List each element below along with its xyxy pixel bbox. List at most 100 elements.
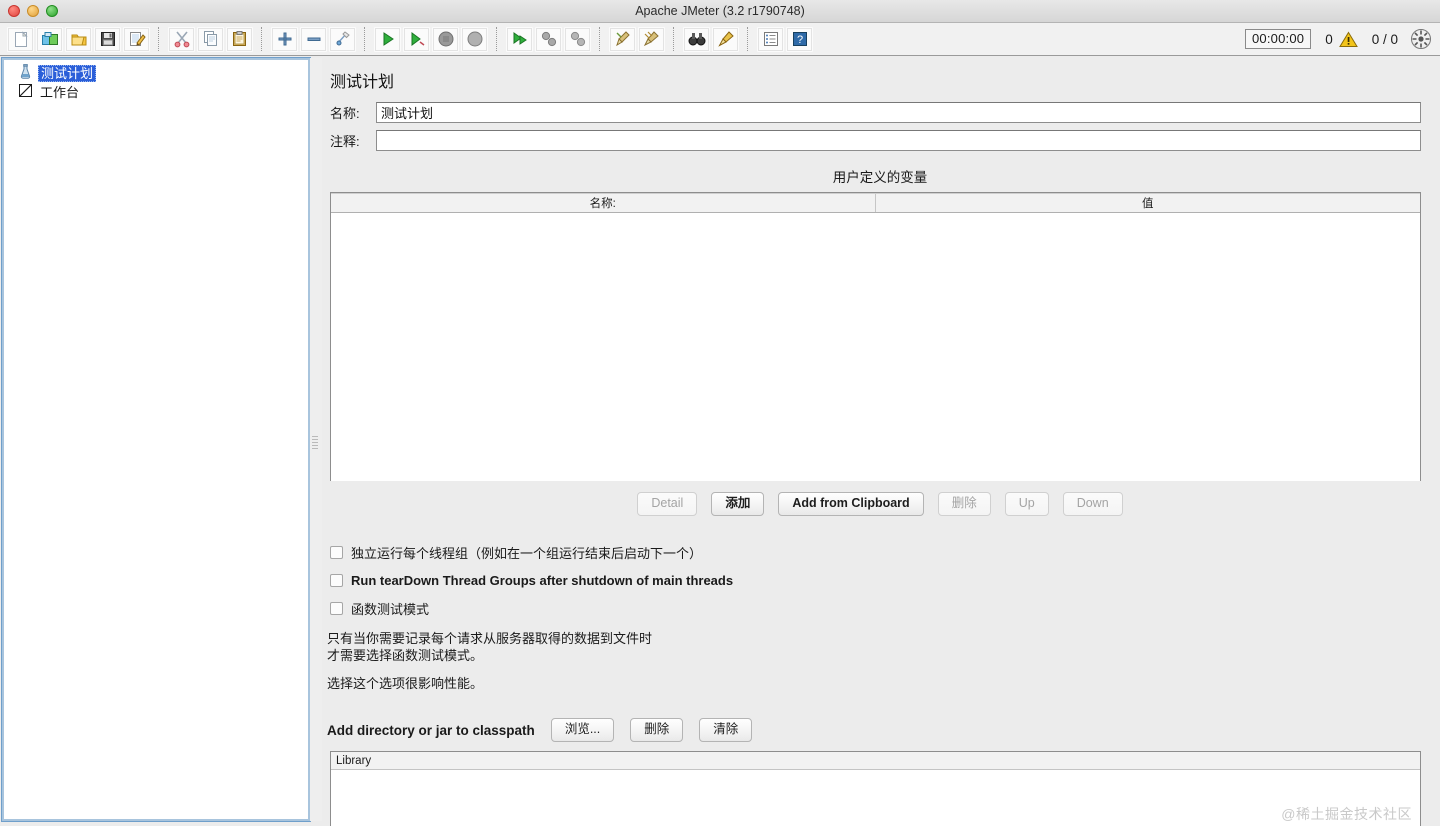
note-line-1: 只有当你需要记录每个请求从服务器取得的数据到文件时 — [327, 630, 1438, 647]
sidebar-item-test-plan[interactable]: 测试计划 — [18, 64, 308, 83]
checkbox-run-consecutively[interactable] — [330, 546, 343, 559]
checkbox-run-teardown[interactable] — [330, 574, 343, 587]
add-button[interactable]: 添加 — [711, 492, 764, 516]
save-as-icon[interactable] — [123, 27, 150, 52]
name-field-row: 名称: — [330, 100, 1421, 124]
move-down-button[interactable]: Down — [1063, 492, 1123, 516]
remote-stop-all-icon[interactable] — [535, 27, 562, 52]
toggle-icon[interactable] — [329, 27, 356, 52]
table-header-name: 名称: — [331, 194, 876, 212]
toolbar-separator — [599, 27, 601, 51]
name-input[interactable] — [376, 102, 1421, 123]
shutdown-icon[interactable] — [461, 27, 488, 52]
stop-icon[interactable] — [432, 27, 459, 52]
start-play-icon[interactable] — [374, 27, 401, 52]
tree-items: 测试计划 工作台 — [4, 60, 308, 102]
templates-icon[interactable] — [36, 27, 63, 52]
test-plan-tree[interactable]: 测试计划 工作台 — [2, 58, 310, 821]
save-floppy-icon[interactable] — [94, 27, 121, 52]
copy-pages-icon[interactable] — [197, 27, 224, 52]
user-defined-variables-title: 用户定义的变量 — [322, 166, 1438, 186]
remote-start-all-icon[interactable] — [506, 27, 533, 52]
detail-button[interactable]: Detail — [637, 492, 697, 516]
svg-text:?: ? — [796, 34, 802, 46]
splitter-grip[interactable] — [312, 436, 318, 450]
test-plan-editor: 测试计划 名称: 注释: 用户定义的变量 名称: 值 Detail 添加 Add… — [322, 58, 1438, 821]
elapsed-time-display: 00:00:00 — [1245, 29, 1311, 49]
option-run-thread-groups-consecutively[interactable]: 独立运行每个线程组（例如在一个组运行结束后启动下一个） — [330, 538, 1438, 566]
paste-clipboard-icon[interactable] — [226, 27, 253, 52]
status-toggle-icon[interactable] — [1410, 28, 1432, 50]
toolbar-separator — [364, 27, 366, 51]
functional-mode-note: 只有当你需要记录每个请求从服务器取得的数据到文件时 才需要选择函数测试模式。 选… — [327, 630, 1438, 692]
help-icon[interactable]: ? — [786, 27, 813, 52]
user-defined-variables-table[interactable]: 名称: 值 — [330, 192, 1421, 481]
comment-field-label: 注释: — [330, 131, 376, 150]
option-functional-mode-label: 函数测试模式 — [351, 599, 429, 618]
classpath-label: Add directory or jar to classpath — [327, 723, 535, 738]
option-run-teardown-label: Run tearDown Thread Groups after shutdow… — [351, 573, 733, 588]
clear-all-broom-icon[interactable] — [638, 27, 665, 52]
clear-classpath-button[interactable]: 清除 — [699, 718, 752, 742]
toolbar-separator — [261, 27, 263, 51]
panel-splitter[interactable] — [310, 58, 322, 821]
watermark: @稀土掘金技术社区 — [1281, 804, 1412, 824]
note-gap — [327, 664, 1438, 675]
table-body[interactable] — [331, 213, 1420, 481]
cut-scissors-icon[interactable] — [168, 27, 195, 52]
table-header-value: 值 — [876, 194, 1421, 212]
toolbar-group-tree — [270, 27, 357, 52]
delete-classpath-button[interactable]: 删除 — [630, 718, 683, 742]
title-bar: Apache JMeter (3.2 r1790748) — [0, 0, 1440, 23]
warning-triangle-icon[interactable] — [1339, 31, 1358, 48]
toolbar-separator — [747, 27, 749, 51]
checkbox-functional-mode[interactable] — [330, 602, 343, 615]
toolbar-group-clear — [608, 27, 666, 52]
toolbar-group-run — [373, 27, 489, 52]
expand-plus-icon[interactable] — [271, 27, 298, 52]
reset-search-icon[interactable] — [712, 27, 739, 52]
error-count: 0 — [1325, 32, 1333, 47]
new-document-icon[interactable] — [7, 27, 34, 52]
comment-input[interactable] — [376, 130, 1421, 151]
window-title: Apache JMeter (3.2 r1790748) — [0, 0, 1440, 23]
toolbar-separator — [158, 27, 160, 51]
table-action-buttons: Detail 添加 Add from Clipboard 删除 Up Down — [322, 492, 1438, 516]
remote-shutdown-all-icon[interactable] — [564, 27, 591, 52]
toolbar: ? 00:00:00 0 0 / 0 — [0, 23, 1440, 56]
comment-field-row: 注释: — [330, 128, 1421, 152]
add-from-clipboard-button[interactable]: Add from Clipboard — [778, 492, 923, 516]
sidebar-item-workbench[interactable]: 工作台 — [18, 83, 308, 102]
toolbar-group-edit — [167, 27, 254, 52]
move-up-button[interactable]: Up — [1005, 492, 1049, 516]
name-field-label: 名称: — [330, 103, 376, 122]
note-line-2: 才需要选择函数测试模式。 — [327, 647, 1438, 664]
table-header-row: 名称: 值 — [331, 193, 1420, 213]
test-plan-options: 独立运行每个线程组（例如在一个组运行结束后启动下一个） Run tearDown… — [330, 538, 1438, 622]
toolbar-group-remote — [505, 27, 592, 52]
toolbar-group-search — [682, 27, 740, 52]
library-column-header: Library — [331, 752, 1420, 770]
toolbar-group-file — [6, 27, 151, 52]
library-table[interactable]: Library @稀土掘金技术社区 — [330, 751, 1421, 826]
collapse-minus-icon[interactable] — [300, 27, 327, 52]
open-folder-icon[interactable] — [65, 27, 92, 52]
jmeter-window: Apache JMeter (3.2 r1790748) — [0, 0, 1440, 826]
option-run-consecutively-label: 独立运行每个线程组（例如在一个组运行结束后启动下一个） — [351, 543, 702, 562]
workbench-icon — [18, 83, 33, 103]
delete-row-button[interactable]: 删除 — [938, 492, 991, 516]
option-functional-test-mode[interactable]: 函数测试模式 — [330, 594, 1438, 622]
test-plan-icon — [18, 64, 33, 84]
toolbar-group-help: ? — [756, 27, 814, 52]
browse-button[interactable]: 浏览... — [551, 718, 614, 742]
toolbar-separator — [496, 27, 498, 51]
active-threads-count: 0 / 0 — [1372, 32, 1398, 47]
start-no-pauses-icon[interactable] — [403, 27, 430, 52]
sidebar-item-workbench-label: 工作台 — [38, 84, 82, 101]
sidebar-item-test-plan-label: 测试计划 — [38, 65, 96, 82]
clear-broom-icon[interactable] — [609, 27, 636, 52]
option-run-teardown-groups[interactable]: Run tearDown Thread Groups after shutdow… — [330, 566, 1438, 594]
search-binoculars-icon[interactable] — [683, 27, 710, 52]
classpath-row: Add directory or jar to classpath 浏览... … — [327, 718, 1438, 742]
function-helper-icon[interactable] — [757, 27, 784, 52]
